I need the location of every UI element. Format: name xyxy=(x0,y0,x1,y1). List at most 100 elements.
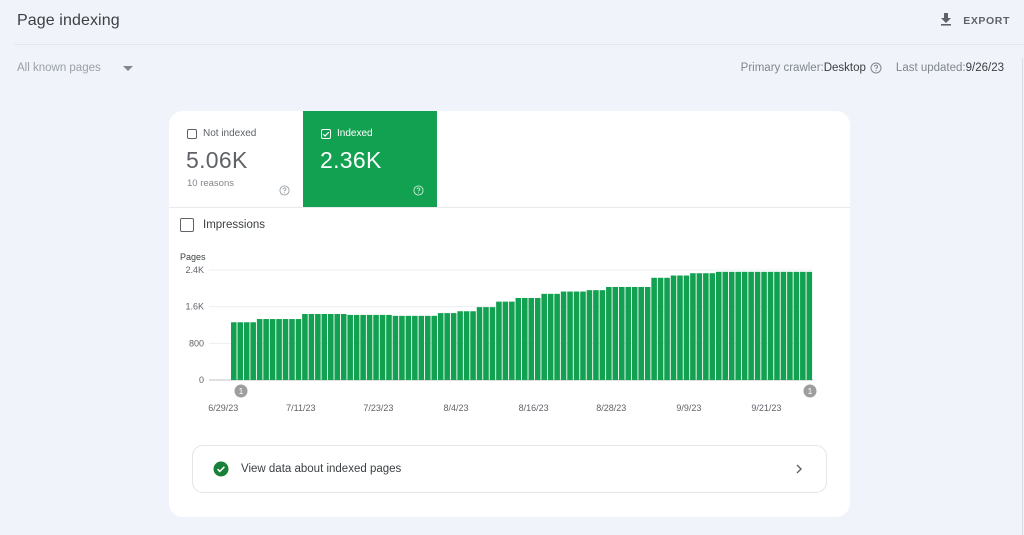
chart-bar[interactable] xyxy=(340,314,347,380)
help-circle-icon[interactable] xyxy=(413,185,424,196)
chart-bar[interactable] xyxy=(761,271,767,380)
chart-bar[interactable] xyxy=(360,314,366,380)
chart-bar[interactable] xyxy=(800,271,806,380)
chart-bar[interactable] xyxy=(567,291,573,380)
chart-bar[interactable] xyxy=(580,291,586,380)
chart-bar[interactable] xyxy=(703,273,709,380)
chart-bar[interactable] xyxy=(806,271,813,380)
chart-bar[interactable] xyxy=(470,311,476,380)
chart-bar[interactable] xyxy=(528,297,535,380)
chart-bar[interactable] xyxy=(392,315,399,380)
chart-bar[interactable] xyxy=(256,319,263,380)
view-indexed-pages-link[interactable]: View data about indexed pages xyxy=(192,445,827,493)
chart-bar[interactable] xyxy=(431,315,438,380)
chart-bar[interactable] xyxy=(347,314,353,380)
chart-bar[interactable] xyxy=(483,307,489,380)
chart-bar[interactable] xyxy=(774,271,780,380)
chart-bar[interactable] xyxy=(386,314,392,380)
checkbox-unchecked-icon[interactable] xyxy=(180,218,194,232)
annotation-marker[interactable]: 1 xyxy=(234,384,248,398)
chart-bar[interactable] xyxy=(787,271,793,380)
chart-bar[interactable] xyxy=(644,286,651,380)
chart-bar[interactable] xyxy=(599,290,606,380)
export-button[interactable]: EXPORT xyxy=(939,12,1010,29)
chart-bar[interactable] xyxy=(282,319,289,380)
help-circle-icon[interactable] xyxy=(279,185,290,196)
tile-not-indexed[interactable]: Not indexed 5.06K 10 reasons xyxy=(169,111,303,207)
chart-bar[interactable] xyxy=(315,314,321,380)
chart-bar[interactable] xyxy=(780,271,787,380)
chart-bar[interactable] xyxy=(651,277,657,380)
chart-bar[interactable] xyxy=(586,290,593,380)
annotation-marker[interactable]: 1 xyxy=(803,384,817,398)
chart-bar[interactable] xyxy=(243,322,250,380)
chart-bar[interactable] xyxy=(709,273,716,380)
checkbox-checked-icon[interactable] xyxy=(321,128,331,139)
chart-bar[interactable] xyxy=(450,313,457,380)
chart-bar[interactable] xyxy=(412,315,418,380)
chart-bar[interactable] xyxy=(522,297,528,380)
chart-bar[interactable] xyxy=(418,315,425,380)
chart-bar[interactable] xyxy=(696,273,703,380)
chart-bar[interactable] xyxy=(373,314,379,380)
chart-bar[interactable] xyxy=(728,271,735,380)
chart-bar[interactable] xyxy=(509,301,515,380)
chart-bar[interactable] xyxy=(353,314,360,380)
chart-bar[interactable] xyxy=(276,319,282,380)
chart-bar[interactable] xyxy=(237,322,244,380)
chart-bar[interactable] xyxy=(631,286,638,380)
chart-bar[interactable] xyxy=(547,293,554,380)
chart-bar[interactable] xyxy=(534,297,541,380)
chart-bar[interactable] xyxy=(677,275,683,381)
chart-bar[interactable] xyxy=(657,277,664,380)
chart-bar[interactable] xyxy=(289,319,295,380)
chart-bar[interactable] xyxy=(489,307,496,380)
chart-bar[interactable] xyxy=(716,271,722,380)
chart-bar[interactable] xyxy=(754,271,761,380)
chart-bar[interactable] xyxy=(405,315,412,380)
chart-bar[interactable] xyxy=(593,290,599,380)
chart-bar[interactable] xyxy=(683,275,690,381)
pages-filter-dropdown[interactable]: All known pages xyxy=(17,62,133,74)
chart-bar[interactable] xyxy=(664,277,670,380)
help-circle-icon[interactable] xyxy=(870,62,882,74)
chart-bar[interactable] xyxy=(625,286,632,380)
chart-bar[interactable] xyxy=(496,301,502,380)
chart-bar[interactable] xyxy=(425,315,431,380)
chart-bar[interactable] xyxy=(328,314,334,380)
chart-bar[interactable] xyxy=(515,297,522,380)
chart-bar[interactable] xyxy=(295,319,302,380)
chart-bar[interactable] xyxy=(463,311,470,380)
chart-bar[interactable] xyxy=(573,291,580,380)
chart-bar[interactable] xyxy=(437,313,444,380)
chart-bar[interactable] xyxy=(670,275,677,381)
chart-bar[interactable] xyxy=(334,314,341,380)
chart-bar[interactable] xyxy=(269,319,276,380)
chart-bar[interactable] xyxy=(379,314,386,380)
chart-bar[interactable] xyxy=(541,293,547,380)
impressions-toggle[interactable]: Impressions xyxy=(180,218,265,232)
chart-bar[interactable] xyxy=(767,271,774,380)
checkbox-unchecked-icon[interactable] xyxy=(187,128,197,139)
chart-bar[interactable] xyxy=(554,293,560,380)
chart-bar[interactable] xyxy=(638,286,644,380)
chart-bar[interactable] xyxy=(606,286,612,380)
chart-bar[interactable] xyxy=(612,286,619,380)
chart-bar[interactable] xyxy=(748,271,754,380)
chart-bar[interactable] xyxy=(366,314,373,380)
chart-bar[interactable] xyxy=(250,322,256,380)
chart-bar[interactable] xyxy=(560,291,567,380)
chart-bar[interactable] xyxy=(619,286,625,380)
chart-bar[interactable] xyxy=(302,314,308,380)
chart-bar[interactable] xyxy=(793,271,800,380)
chart-bar[interactable] xyxy=(502,301,509,380)
chart-bar[interactable] xyxy=(231,322,237,380)
chart-bar[interactable] xyxy=(399,315,405,380)
chart-bar[interactable] xyxy=(263,319,269,380)
chart-bar[interactable] xyxy=(741,271,748,380)
scrollbar[interactable] xyxy=(1022,58,1023,535)
tile-indexed[interactable]: Indexed 2.36K xyxy=(303,111,437,207)
chart-bar[interactable] xyxy=(444,313,450,380)
chart-bar[interactable] xyxy=(308,314,315,380)
chart-bar[interactable] xyxy=(476,307,483,380)
